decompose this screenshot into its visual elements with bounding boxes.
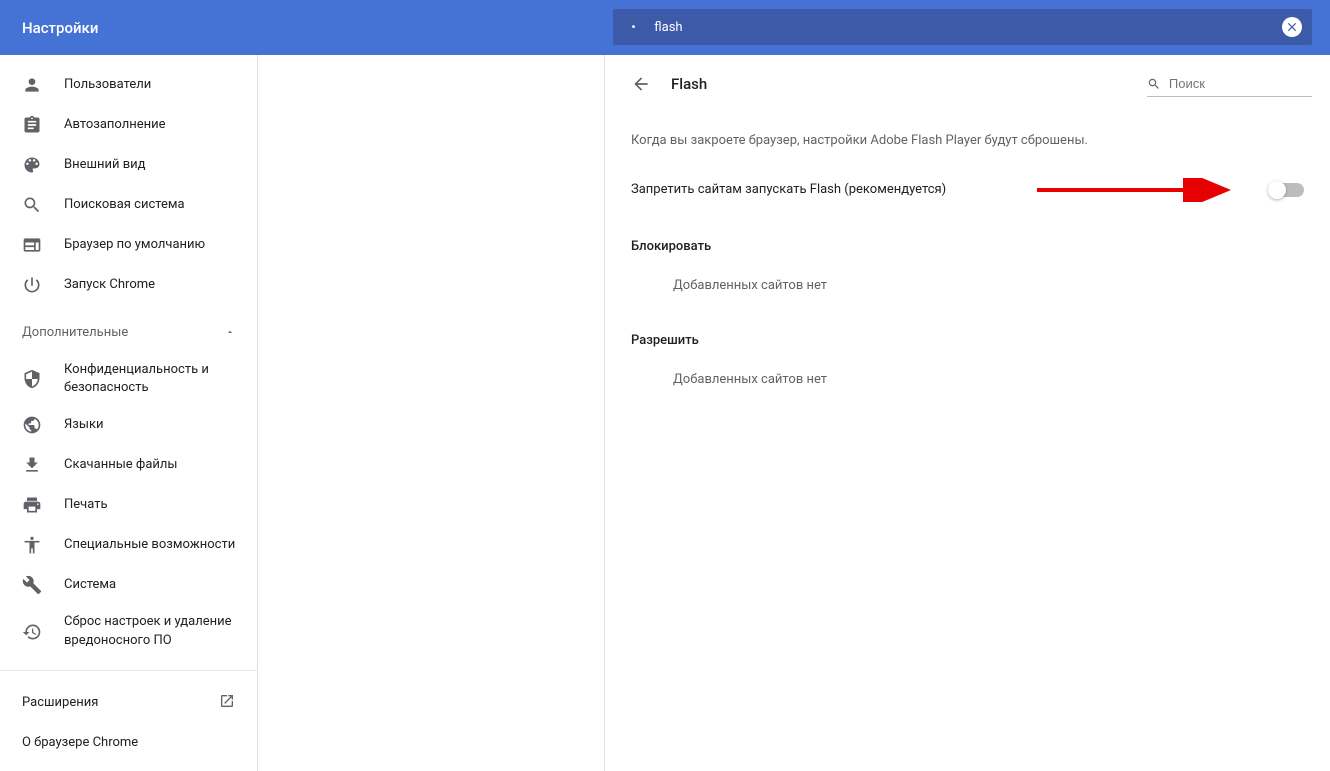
sidebar-item-default-browser[interactable]: Браузер по умолчанию xyxy=(0,225,257,265)
sidebar-item-label: Поисковая система xyxy=(64,196,195,214)
sidebar-item-privacy[interactable]: Конфиденциальность и безопасность xyxy=(0,353,257,405)
flash-block-toggle-label: Запретить сайтам запускать Flash (рекоме… xyxy=(631,182,946,197)
open-in-new-icon xyxy=(219,693,235,713)
content-search-field[interactable] xyxy=(1147,71,1312,97)
sidebar-item-label: Специальные возможности xyxy=(64,536,245,554)
back-arrow-icon[interactable] xyxy=(631,74,651,94)
sidebar-item-search-engine[interactable]: Поисковая система xyxy=(0,185,257,225)
power-icon xyxy=(22,275,42,295)
sidebar-item-languages[interactable]: Языки xyxy=(0,405,257,445)
sidebar-item-label: Система xyxy=(64,576,126,594)
sidebar-item-label: Пользователи xyxy=(64,76,161,94)
sidebar-item-accessibility[interactable]: Специальные возможности xyxy=(0,525,257,565)
flash-block-toggle[interactable] xyxy=(1270,183,1304,197)
sidebar-item-autofill[interactable]: Автозаполнение xyxy=(0,105,257,145)
about-label: О браузере Chrome xyxy=(22,735,138,750)
header-left: Настройки xyxy=(0,0,604,55)
shield-icon xyxy=(22,369,42,389)
sidebar-item-downloads[interactable]: Скачанные файлы xyxy=(0,445,257,485)
sidebar-item-appearance[interactable]: Внешний вид xyxy=(0,145,257,185)
extensions-label: Расширения xyxy=(22,695,98,710)
flash-reset-notice: Когда вы закроете браузер, настройки Ado… xyxy=(631,113,1304,166)
main-layout: Пользователи Автозаполнение Внешний вид … xyxy=(0,55,1330,771)
search-capsule[interactable]: . flash xyxy=(613,9,1312,45)
advanced-label: Дополнительные xyxy=(22,324,138,342)
sidebar-item-extensions[interactable]: Расширения xyxy=(0,683,257,723)
sidebar-item-label: Автозаполнение xyxy=(64,116,176,134)
person-icon xyxy=(22,75,42,95)
divider xyxy=(0,670,257,671)
allow-empty-message: Добавленных сайтов нет xyxy=(631,358,1304,401)
flash-block-toggle-row: Запретить сайтам запускать Flash (рекоме… xyxy=(631,166,1304,213)
accessibility-icon xyxy=(22,535,42,555)
sidebar-item-label: Сброс настроек и удаление вредоносного П… xyxy=(64,613,257,649)
sidebar-item-startup[interactable]: Запуск Chrome xyxy=(0,265,257,305)
print-icon xyxy=(22,495,42,515)
top-bar: Настройки . flash xyxy=(0,0,1330,55)
content-search-input[interactable] xyxy=(1169,76,1312,91)
download-icon xyxy=(22,455,42,475)
block-empty-message: Добавленных сайтов нет xyxy=(631,264,1304,307)
sidebar-item-system[interactable]: Система xyxy=(0,565,257,605)
sidebar: Пользователи Автозаполнение Внешний вид … xyxy=(0,55,258,771)
search-icon xyxy=(22,195,42,215)
web-icon xyxy=(22,235,42,255)
sidebar-item-label: Браузер по умолчанию xyxy=(64,236,215,254)
content-panel: Flash Когда вы закроете браузер, настрой… xyxy=(604,55,1330,771)
sidebar-item-label: Языки xyxy=(64,416,114,434)
close-icon xyxy=(1285,20,1299,34)
sidebar-item-users[interactable]: Пользователи xyxy=(0,65,257,105)
wrench-icon xyxy=(22,575,42,595)
sidebar-item-label: Конфиденциальность и безопасность xyxy=(64,361,257,397)
sidebar-item-reset[interactable]: Сброс настроек и удаление вредоносного П… xyxy=(0,605,257,657)
palette-icon xyxy=(22,155,42,175)
sidebar-item-label: Запуск Chrome xyxy=(64,276,165,294)
chevron-up-icon xyxy=(225,326,235,341)
assignment-icon xyxy=(22,115,42,135)
allow-section-title: Разрешить xyxy=(631,307,1304,358)
globe-icon xyxy=(22,415,42,435)
block-section-title: Блокировать xyxy=(631,213,1304,264)
toggle-knob xyxy=(1268,181,1286,199)
app-title: Настройки xyxy=(22,19,98,37)
restore-icon xyxy=(22,622,42,642)
header-right: . flash xyxy=(604,0,1330,55)
search-icon xyxy=(1147,76,1161,92)
search-indicator-dot: . xyxy=(631,14,636,32)
advanced-section-toggle[interactable]: Дополнительные xyxy=(0,313,257,353)
content-gap xyxy=(258,55,604,771)
sidebar-item-about[interactable]: О браузере Chrome xyxy=(0,723,257,763)
sidebar-item-label: Скачанные файлы xyxy=(64,456,188,474)
content-body: Когда вы закроете браузер, настройки Ado… xyxy=(605,113,1330,401)
sidebar-item-print[interactable]: Печать xyxy=(0,485,257,525)
sidebar-item-label: Внешний вид xyxy=(64,156,156,174)
search-query-text: flash xyxy=(654,20,1282,35)
page-title: Flash xyxy=(671,75,1147,93)
clear-search-button[interactable] xyxy=(1282,17,1302,37)
content-header: Flash xyxy=(605,55,1330,113)
annotation-arrow-icon xyxy=(1037,178,1237,202)
sidebar-item-label: Печать xyxy=(64,496,118,514)
